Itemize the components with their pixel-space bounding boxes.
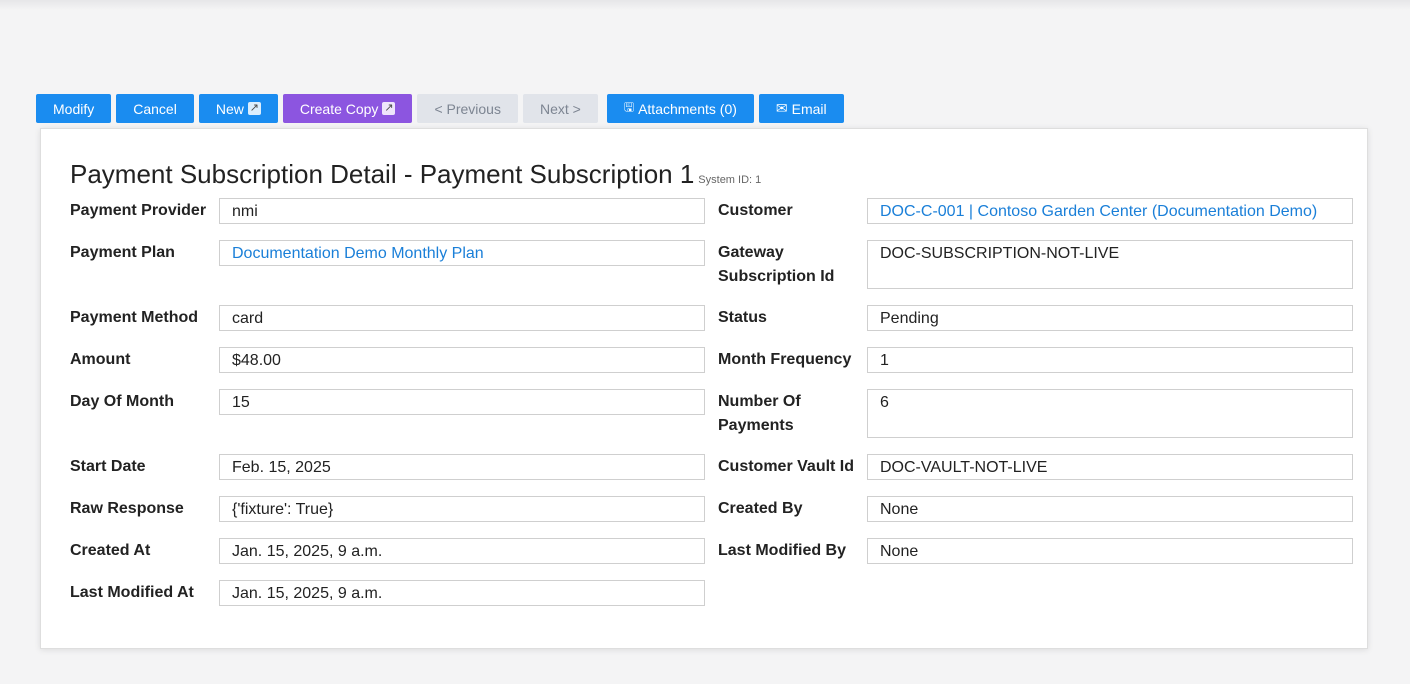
field-label-month-frequency: Month Frequency — [718, 351, 852, 368]
field-label-payment-plan: Payment Plan — [70, 244, 175, 261]
email-button-label: Email — [791, 100, 827, 117]
attachments-button[interactable]: 🖫 Attachments (0) — [606, 94, 754, 123]
new-button[interactable]: New ↗ — [198, 94, 278, 123]
field-value-gateway-subscription-id: DOC-SUBSCRIPTION-NOT-LIVE — [867, 240, 1353, 289]
create-copy-button-label: Create Copy — [299, 100, 379, 117]
previous-button[interactable]: < Previous — [417, 94, 518, 123]
detail-fields-grid: Payment Provider nmi Customer DOC-C-001 … — [70, 198, 1354, 606]
field-label-last-modified-by: Last Modified By — [718, 542, 847, 559]
customer-link[interactable]: DOC-C-001 | Contoso Garden Center (Docum… — [880, 203, 1317, 220]
field-label-number-of-payments: Number Of Payments — [718, 393, 801, 434]
page-title-text: Payment Subscription Detail - Payment Su… — [70, 159, 695, 189]
field-value-amount: $48.00 — [219, 347, 705, 373]
detail-card: Payment Subscription Detail - Payment Su… — [40, 128, 1368, 649]
field-label-amount: Amount — [70, 351, 131, 368]
field-label-last-modified-at: Last Modified At — [70, 584, 194, 601]
external-link-icon: ↗ — [382, 102, 396, 115]
create-copy-button[interactable]: Create Copy ↗ — [282, 94, 413, 123]
field-value-last-modified-by: None — [867, 538, 1353, 564]
field-value-customer: DOC-C-001 | Contoso Garden Center (Docum… — [867, 198, 1353, 224]
field-value-status: Pending — [867, 305, 1353, 331]
action-toolbar: Modify Cancel New ↗ Create Copy ↗ < Previo… — [36, 94, 844, 123]
field-label-customer-vault-id: Customer Vault Id — [718, 458, 855, 475]
field-value-raw-response: {'fixture': True} — [219, 496, 705, 522]
floppy-disk-icon: 🖫 — [623, 100, 635, 114]
field-label-customer: Customer — [718, 202, 793, 219]
modify-button-label: Modify — [53, 100, 95, 117]
field-label-gateway-subscription-id: Gateway Subscription Id — [718, 244, 835, 285]
field-value-number-of-payments: 6 — [867, 389, 1353, 438]
field-label-payment-method: Payment Method — [70, 309, 199, 326]
field-value-last-modified-at: Jan. 15, 2025, 9 a.m. — [219, 580, 705, 606]
external-link-icon: ↗ — [247, 102, 261, 115]
field-value-payment-method: card — [219, 305, 705, 331]
field-label-created-at: Created At — [70, 542, 151, 559]
field-label-start-date: Start Date — [70, 458, 146, 475]
top-shadow-bar — [0, 0, 1410, 10]
field-value-created-at: Jan. 15, 2025, 9 a.m. — [219, 538, 705, 564]
field-label-status: Status — [718, 309, 767, 326]
system-id: System ID: 1 — [698, 174, 762, 186]
next-button-label: Next > — [539, 100, 581, 117]
cancel-button-label: Cancel — [133, 100, 177, 117]
page-title: Payment Subscription Detail - Payment Su… — [70, 159, 761, 190]
field-label-raw-response: Raw Response — [70, 500, 184, 517]
envelope-icon: ✉ — [775, 100, 788, 116]
new-button-label: New — [215, 100, 244, 117]
field-value-created-by: None — [867, 496, 1353, 522]
modify-button[interactable]: Modify — [36, 94, 112, 123]
previous-button-label: < Previous — [434, 100, 501, 117]
field-value-payment-provider: nmi — [219, 198, 705, 224]
field-value-start-date: Feb. 15, 2025 — [219, 454, 705, 480]
field-value-customer-vault-id: DOC-VAULT-NOT-LIVE — [867, 454, 1353, 480]
field-label-day-of-month: Day Of Month — [70, 393, 174, 410]
payment-plan-link[interactable]: Documentation Demo Monthly Plan — [232, 245, 484, 262]
field-value-day-of-month: 15 — [219, 389, 705, 415]
cancel-button[interactable]: Cancel — [116, 94, 194, 123]
attachments-button-label: Attachments (0) — [638, 100, 737, 117]
email-button[interactable]: ✉ Email — [758, 94, 844, 123]
next-button[interactable]: Next > — [522, 94, 598, 123]
field-value-payment-plan: Documentation Demo Monthly Plan — [219, 240, 705, 266]
field-value-month-frequency: 1 — [867, 347, 1353, 373]
field-label-created-by: Created By — [718, 500, 803, 517]
field-label-payment-provider: Payment Provider — [70, 202, 207, 219]
